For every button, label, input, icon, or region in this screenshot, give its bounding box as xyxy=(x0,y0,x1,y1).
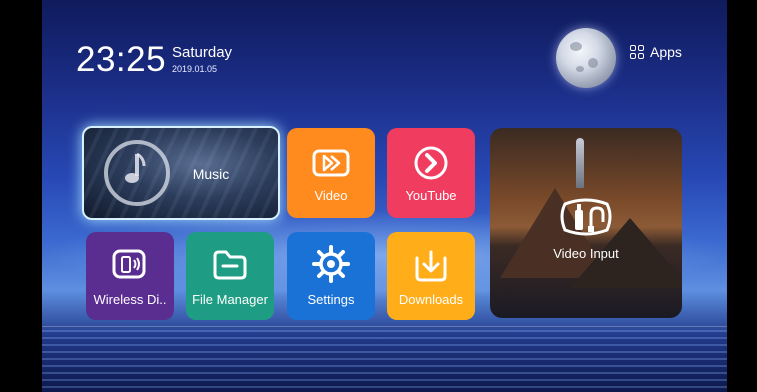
right-black-bar xyxy=(727,0,757,392)
downloads-label: Downloads xyxy=(398,292,464,307)
video-input-tile[interactable]: Video Input xyxy=(490,128,682,318)
launcher-screen: 23:25 Saturday 2019.01.05 Apps Music Vid… xyxy=(0,0,757,392)
wireless-display-tile[interactable]: Wireless Di.. xyxy=(86,232,174,320)
grid-icon xyxy=(630,45,644,59)
left-black-bar xyxy=(0,0,42,392)
moon-image xyxy=(556,28,616,88)
play-video-icon xyxy=(312,149,350,177)
youtube-tile[interactable]: YouTube xyxy=(387,128,475,218)
apps-label: Apps xyxy=(650,44,682,60)
music-tile[interactable]: Music xyxy=(82,126,280,220)
youtube-label: YouTube xyxy=(405,188,457,203)
video-input-icon xyxy=(560,198,612,236)
background-stripes xyxy=(42,330,727,392)
weekday-label: Saturday xyxy=(172,44,233,61)
video-tile[interactable]: Video xyxy=(287,128,375,218)
wireless-display-label: Wireless Di.. xyxy=(93,292,167,307)
downloads-tile[interactable]: Downloads xyxy=(387,232,475,320)
file-manager-label: File Manager xyxy=(192,292,268,307)
video-input-label: Video Input xyxy=(553,246,619,261)
folder-icon xyxy=(213,250,247,280)
settings-tile[interactable]: Settings xyxy=(287,232,375,320)
video-label: Video xyxy=(314,188,348,203)
apps-button[interactable]: Apps xyxy=(630,44,682,60)
music-label: Music xyxy=(192,166,230,182)
download-icon xyxy=(415,250,447,282)
rocket-graphic xyxy=(576,138,584,188)
horizon-line xyxy=(42,326,727,327)
clock-time: 23:25 xyxy=(76,40,167,79)
file-manager-tile[interactable]: File Manager xyxy=(186,232,274,320)
date-label: 2019.01.05 xyxy=(172,64,218,74)
wireless-display-icon xyxy=(112,249,146,279)
gear-icon xyxy=(312,245,350,283)
youtube-arrow-icon xyxy=(414,146,448,180)
settings-label: Settings xyxy=(307,292,355,307)
